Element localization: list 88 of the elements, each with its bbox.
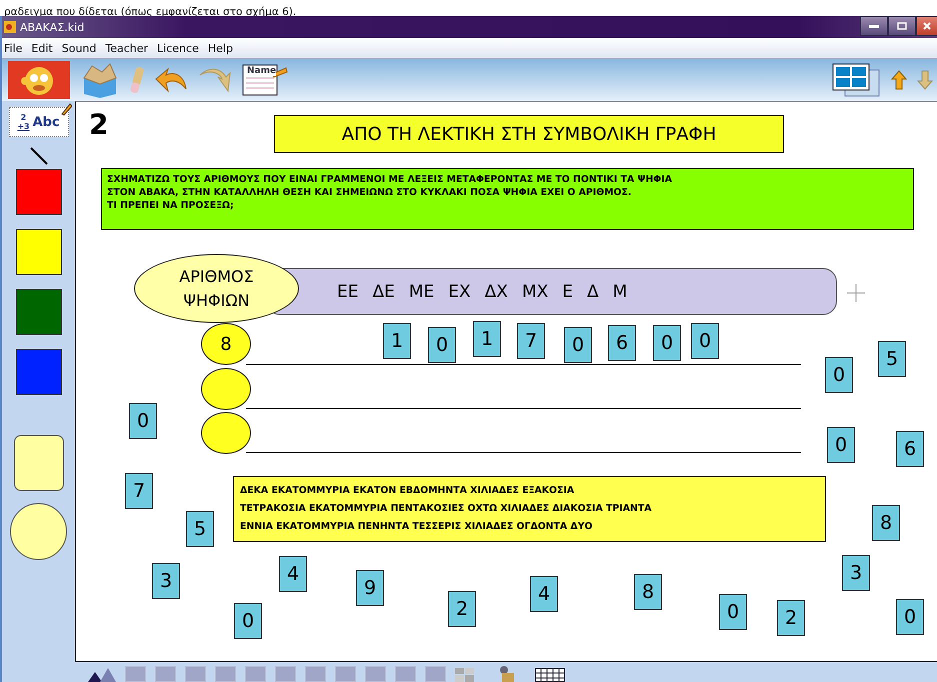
number-words-text: ΔΕΚΑ ΕΚΑΤΟΜΜΥΡΙΑ ΕΚΑΤΟΝ ΕΒΔΟΜΗΝΤΑ ΧΙΛΙΑΔΕΣ ΕΞΑΚΟΣΙΑ (240, 484, 576, 498)
digit-tile[interactable]: 0 (825, 357, 853, 393)
page-thumbnail[interactable] (365, 666, 386, 682)
close-icon (923, 22, 931, 30)
place-value-label: ΕΕ (337, 282, 358, 302)
digit-tile[interactable]: 2 (448, 591, 476, 627)
close-button[interactable] (916, 16, 937, 36)
color-swatch[interactable] (16, 349, 62, 395)
color-swatch[interactable] (16, 229, 62, 275)
place-value-label: Ε (562, 282, 574, 302)
maximize-button[interactable] (888, 16, 916, 36)
place-value-label: ΔΧ (484, 282, 508, 302)
digit-tile[interactable]: 7 (125, 473, 153, 509)
place-value-label: Δ (587, 282, 599, 302)
undo-arrow-icon[interactable] (154, 65, 188, 95)
menu-item[interactable]: Help (208, 42, 233, 54)
table-grid-icon[interactable] (535, 668, 565, 682)
down-arrow-icon[interactable] (917, 70, 933, 90)
page-thumbnail[interactable] (245, 666, 266, 682)
digit-tile[interactable]: 0 (653, 325, 681, 361)
mascot-logo[interactable] (8, 61, 70, 99)
page-thumbnail[interactable] (155, 666, 176, 682)
app-icon (4, 21, 16, 33)
digit-tile[interactable]: 4 (530, 576, 558, 612)
crosshair-cursor-icon (847, 284, 865, 302)
page-thumbnail[interactable] (395, 666, 416, 682)
digit-count-circle[interactable]: 8 (201, 323, 251, 365)
menu-item[interactable]: Sound (62, 42, 96, 54)
up-arrow-icon[interactable] (891, 70, 907, 90)
digit-tile[interactable]: 5 (878, 341, 906, 377)
page-thumbnail[interactable] (305, 666, 326, 682)
digit-tile[interactable]: 6 (896, 431, 924, 467)
color-swatch[interactable] (16, 169, 62, 215)
digit-tile[interactable]: 0 (564, 327, 592, 363)
digit-tile[interactable]: 4 (279, 556, 307, 592)
digit-count-circle[interactable] (201, 412, 251, 454)
digit-tile[interactable]: 2 (777, 600, 805, 636)
color-swatch[interactable] (16, 289, 62, 335)
square-shape-tool[interactable] (14, 435, 64, 491)
digit-tile[interactable]: 5 (186, 511, 214, 547)
digit-tile[interactable]: 0 (129, 403, 157, 439)
line-tool-icon[interactable] (30, 147, 48, 165)
page-thumbnail[interactable] (185, 666, 206, 682)
place-value-label: ΕΧ (448, 282, 471, 302)
place-value-label: ΜΧ (522, 282, 548, 302)
digit-tile[interactable]: 8 (634, 574, 662, 610)
minimize-button[interactable] (860, 16, 888, 36)
menu-item[interactable]: Edit (31, 42, 53, 54)
menu-item[interactable]: Teacher (105, 42, 148, 54)
digit-tile[interactable]: 0 (719, 594, 747, 630)
digit-tile[interactable]: 0 (234, 603, 262, 639)
digit-tile[interactable]: 0 (691, 323, 719, 359)
minimize-icon (869, 24, 879, 28)
digit-tile[interactable]: 0 (827, 427, 855, 463)
digit-tile[interactable]: 6 (608, 325, 636, 361)
menu-item[interactable]: File (4, 42, 22, 54)
window-layout-icon[interactable] (831, 62, 881, 98)
digit-tile[interactable]: 9 (356, 570, 384, 606)
digit-tile[interactable]: 1 (473, 321, 501, 357)
digit-tile[interactable]: 0 (428, 327, 456, 363)
exercise-title: ΑΠΟ ΤΗ ΛΕΚΤΙΚΗ ΣΤΗ ΣΥΜΒΟΛΙΚΗ ΓΡΑΦΗ (274, 115, 784, 153)
instruction-text: ΣΧΗΜΑΤΙΖΩ ΤΟΥΣ ΑΡΙΘΜΟΥΣ ΠΟΥ ΕΙΝΑΙ ΓΡΑΜΜΕΝΟΙ ΜΕ ΛΕΞΕΙΣ ΜΕΤΑΦΕΡΟΝΤΑΣ ΜΕ ΤΟ ΠΟΝΤΙΚΙ ΤΑ ΨΗΦΙΑ (107, 173, 674, 186)
instruction-text: ΣΤΟΝ ΑΒΑΚΑ, ΣΤΗΝ ΚΑΤΑΛΛΗΛΗ ΘΕΣΗ ΚΑΙ ΣΗΜΕΙΩΝΩ ΣΤΟ ΚΥΚΛΑΚΙ ΠΟΣΑ ΨΗΦΙΑ ΕΧΕΙ Ο ΑΡΙΘΜΟΣ. (107, 186, 632, 199)
page-thumbnail[interactable] (125, 666, 146, 682)
maximize-icon (897, 22, 907, 30)
exercise-number: 2 (89, 108, 108, 141)
number-words-text: ΤΕΤΡΑΚΟΣΙΑ ΕΚΑΤΟΜΜΥΡΙΑ ΠΕΝΤΑΚΟΣΙΕΣ ΟΧΤΩ ΧΙΛΙΑΔΕΣ ΔΙΑΚΟΣΙΑ ΤΡΙΑΝΤΑ (240, 502, 653, 516)
place-value-label: ΜΕ (408, 282, 434, 302)
place-value-label: ΔΕ (372, 282, 395, 302)
digit-tile[interactable]: 0 (896, 599, 924, 635)
triangle-icon[interactable] (86, 666, 116, 682)
number-words-text: ΕΝΝΙΑ ΕΚΑΤΟΜΜΥΡΙΑ ΠΕΝΗΝΤΑ ΤΕΣΣΕΡΙΣ ΧΙΛΙΑΔΕΣ ΟΓΔΟΝΤΑ ΔΥΟ (240, 520, 594, 534)
window-title: ΑΒΑΚΑΣ.kid (20, 20, 84, 34)
digits-label-text: ΨΗΦΙΩΝ (183, 290, 250, 312)
digit-count-circle[interactable] (201, 368, 251, 410)
digit-tile[interactable]: 1 (383, 323, 411, 359)
digit-tile[interactable]: 3 (152, 563, 180, 599)
page-thumbnail[interactable] (425, 666, 446, 682)
page-thumbnail[interactable] (215, 666, 236, 682)
page-thumbnail[interactable] (335, 666, 356, 682)
digit-tile[interactable]: 7 (517, 323, 545, 359)
digits-label-text: ΑΡΙΘΜΟΣ (179, 266, 254, 288)
digit-tile[interactable]: 8 (872, 505, 900, 541)
menu-item[interactable]: Licence (157, 42, 199, 54)
place-value-label: Μ (612, 282, 628, 302)
digit-tile[interactable]: 3 (842, 555, 870, 591)
page-thumbnail[interactable] (275, 666, 296, 682)
instruction-text: ΤΙ ΠΡΕΠΕΙ ΝΑ ΠΡΟΣΕΞΩ; (107, 199, 235, 212)
